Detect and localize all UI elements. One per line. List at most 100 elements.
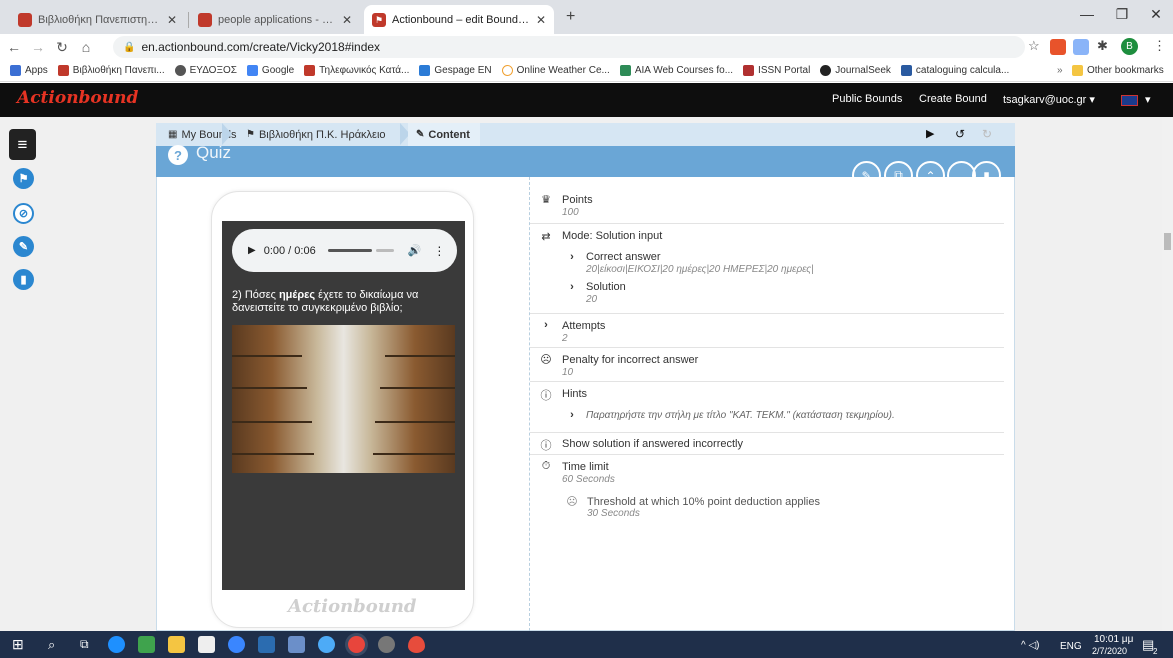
audio-player[interactable]: ▶ 0:00 / 0:06 🔊 ⋮ bbox=[232, 229, 457, 272]
language-dropdown[interactable]: ▾ bbox=[1145, 93, 1151, 106]
browser-menu-icon[interactable]: ⋮ bbox=[1153, 38, 1166, 54]
close-tab-icon[interactable]: ✕ bbox=[536, 13, 546, 27]
language-indicator[interactable]: ENG bbox=[1060, 641, 1082, 652]
breadcrumb-content[interactable]: ✎ Content bbox=[408, 123, 480, 146]
wrench-icon[interactable]: ✎ bbox=[13, 236, 34, 257]
close-tab-icon[interactable]: ✕ bbox=[342, 13, 352, 27]
home-icon[interactable]: ⌂ bbox=[76, 39, 96, 55]
mode-row[interactable]: ⇄ Mode: Solution input › Correct answer … bbox=[530, 224, 1004, 314]
search-icon[interactable]: ⌕ bbox=[48, 637, 55, 653]
grid-icon: ▦ bbox=[168, 129, 178, 140]
app-icon[interactable] bbox=[378, 636, 395, 653]
apps-grid-icon bbox=[10, 65, 21, 76]
extensions-puzzle-icon[interactable]: ✱ bbox=[1097, 38, 1108, 54]
other-bookmarks[interactable]: Other bookmarks bbox=[1072, 65, 1164, 76]
undo-icon[interactable]: ↺ bbox=[955, 127, 965, 141]
chevron-right-icon[interactable]: › bbox=[566, 251, 578, 263]
minimize-icon[interactable]: — bbox=[1072, 6, 1102, 22]
new-tab-button[interactable]: + bbox=[566, 8, 575, 26]
stats-icon[interactable]: ▮ bbox=[13, 269, 34, 290]
scrollbar[interactable] bbox=[1162, 117, 1173, 631]
audio-play-icon[interactable]: ▶ bbox=[248, 245, 256, 256]
close-tab-icon[interactable]: ✕ bbox=[167, 13, 177, 27]
bookmark-item[interactable]: Online Weather Ce... bbox=[501, 65, 610, 76]
bookmark-item[interactable]: Τηλεφωνικός Κατά... bbox=[304, 65, 409, 76]
compass-icon[interactable]: ⊘ bbox=[13, 203, 34, 224]
show-solution-row[interactable]: ⓘ Show solution if answered incorrectly bbox=[530, 433, 1004, 455]
extension-icon[interactable] bbox=[1073, 39, 1089, 55]
chevron-right-icon: › bbox=[544, 319, 548, 331]
file-explorer-icon[interactable] bbox=[168, 636, 185, 653]
question-text: 2) Πόσες ημέρες έχετε το δικαίωμα να δαν… bbox=[232, 289, 419, 314]
audio-progress[interactable] bbox=[327, 249, 372, 252]
address-toolbar: ← → ↻ ⌂ 🔒 en.actionbound.com/create/Vick… bbox=[0, 34, 1173, 60]
chrome-icon[interactable] bbox=[348, 636, 365, 653]
app-icon[interactable] bbox=[228, 636, 245, 653]
chevron-right-icon[interactable]: › bbox=[566, 409, 578, 421]
bookmark-item[interactable]: ΕΥΔΟΞΟΣ bbox=[174, 65, 237, 76]
bookmark-item[interactable]: AIA Web Courses fo... bbox=[619, 65, 733, 76]
app-header: Actionbound Public Bounds Create Bound t… bbox=[0, 83, 1173, 117]
app-icon[interactable] bbox=[288, 636, 305, 653]
attempts-row[interactable]: › Attempts 2 bbox=[530, 314, 1004, 348]
bookmark-favicon-icon bbox=[900, 65, 912, 76]
bookmark-favicon-icon bbox=[501, 65, 513, 76]
bookmark-item[interactable]: Google bbox=[246, 65, 294, 76]
windows-start-icon[interactable]: ⊞ bbox=[12, 636, 24, 653]
bookmark-item[interactable]: cataloguing calcula... bbox=[900, 65, 1009, 76]
nav-create-bound[interactable]: Create Bound bbox=[919, 93, 987, 105]
clock-time[interactable]: 10:01 μμ bbox=[1094, 634, 1133, 645]
bookmark-favicon-icon bbox=[419, 65, 431, 76]
url-bar[interactable]: 🔒 en.actionbound.com/create/Vicky2018#in… bbox=[113, 36, 1025, 58]
edge-icon[interactable] bbox=[108, 636, 125, 653]
browser-tab[interactable]: people applications - Edit - Word ✕ bbox=[190, 5, 360, 34]
time-limit-row[interactable]: ⏱ Time limit 60 Seconds ☹ Threshold at w… bbox=[530, 455, 1004, 535]
bookmark-item[interactable]: Βιβλιοθήκη Πανεπι... bbox=[57, 65, 165, 76]
folder-icon bbox=[1072, 65, 1083, 76]
bookmark-star-icon[interactable]: ☆ bbox=[1028, 38, 1040, 54]
stopwatch-icon: ⏱ bbox=[541, 460, 551, 472]
bookmark-item[interactable]: ISSN Portal bbox=[743, 65, 810, 76]
volume-icon[interactable]: 🔊 bbox=[408, 244, 422, 257]
uk-flag-icon[interactable] bbox=[1121, 95, 1138, 106]
browser-tab[interactable]: Βιβλιοθήκη Πανεπιστημίου Κρήτ ✕ bbox=[10, 5, 185, 34]
maximize-icon[interactable]: ❐ bbox=[1107, 6, 1137, 23]
back-icon[interactable]: ← bbox=[4, 39, 24, 55]
notification-count: 2 bbox=[1153, 647, 1158, 656]
bookmark-item[interactable]: Gespage EN bbox=[419, 65, 492, 76]
scrollbar-thumb[interactable] bbox=[1164, 233, 1171, 250]
bound-icon[interactable]: ⚑ bbox=[13, 168, 34, 189]
breadcrumb-bound[interactable]: ⚑ Βιβλιοθήκη Π.Κ. Ηράκλειο bbox=[246, 123, 386, 146]
reload-icon[interactable]: ↻ bbox=[52, 39, 72, 56]
clock-date[interactable]: 2/7/2020 bbox=[1092, 646, 1127, 656]
hints-row[interactable]: ⓘ Hints › Παρατηρήστε την στήλη με τίτλο… bbox=[530, 382, 1004, 433]
tray-icons[interactable]: ^ ◁) bbox=[1021, 640, 1040, 651]
bookmark-item[interactable]: Apps bbox=[10, 65, 48, 76]
app-icon[interactable] bbox=[138, 636, 155, 653]
library-shelves-image bbox=[232, 325, 455, 473]
browser-tab-strip: Βιβλιοθήκη Πανεπιστημίου Κρήτ ✕ people a… bbox=[0, 0, 1173, 34]
close-window-icon[interactable]: ✕ bbox=[1141, 6, 1171, 23]
app-icon[interactable] bbox=[408, 636, 425, 653]
bookmark-item[interactable]: JournalSeek bbox=[820, 65, 891, 76]
profile-avatar[interactable]: B bbox=[1121, 38, 1138, 55]
bookmarks-overflow-button[interactable]: » bbox=[1057, 65, 1063, 76]
redo-icon[interactable]: ↻ bbox=[982, 127, 992, 141]
actionbound-logo[interactable]: Actionbound bbox=[17, 88, 138, 108]
user-menu[interactable]: tsagkarv@uoc.gr ▾ bbox=[1003, 93, 1095, 106]
play-icon[interactable]: ▶ bbox=[926, 127, 934, 140]
penalty-row[interactable]: ☹ Penalty for incorrect answer 10 bbox=[530, 348, 1004, 382]
points-row[interactable]: ♛ Points 100 bbox=[530, 186, 1004, 224]
chevron-right-icon[interactable]: › bbox=[566, 281, 578, 293]
menu-icon[interactable]: ≡ bbox=[9, 129, 36, 160]
extension-icon[interactable] bbox=[1050, 39, 1066, 55]
nav-public-bounds[interactable]: Public Bounds bbox=[832, 93, 902, 105]
task-view-icon[interactable]: ⧉ bbox=[80, 637, 89, 652]
pencil-icon: ✎ bbox=[416, 129, 425, 140]
store-icon[interactable] bbox=[198, 636, 215, 653]
app-icon[interactable] bbox=[258, 636, 275, 653]
audio-menu-icon[interactable]: ⋮ bbox=[433, 244, 445, 258]
browser-tab-active[interactable]: ⚑ Actionbound – edit Bound | Crea ✕ bbox=[364, 5, 554, 34]
forward-icon[interactable]: → bbox=[28, 39, 48, 55]
app-icon[interactable] bbox=[318, 636, 335, 653]
